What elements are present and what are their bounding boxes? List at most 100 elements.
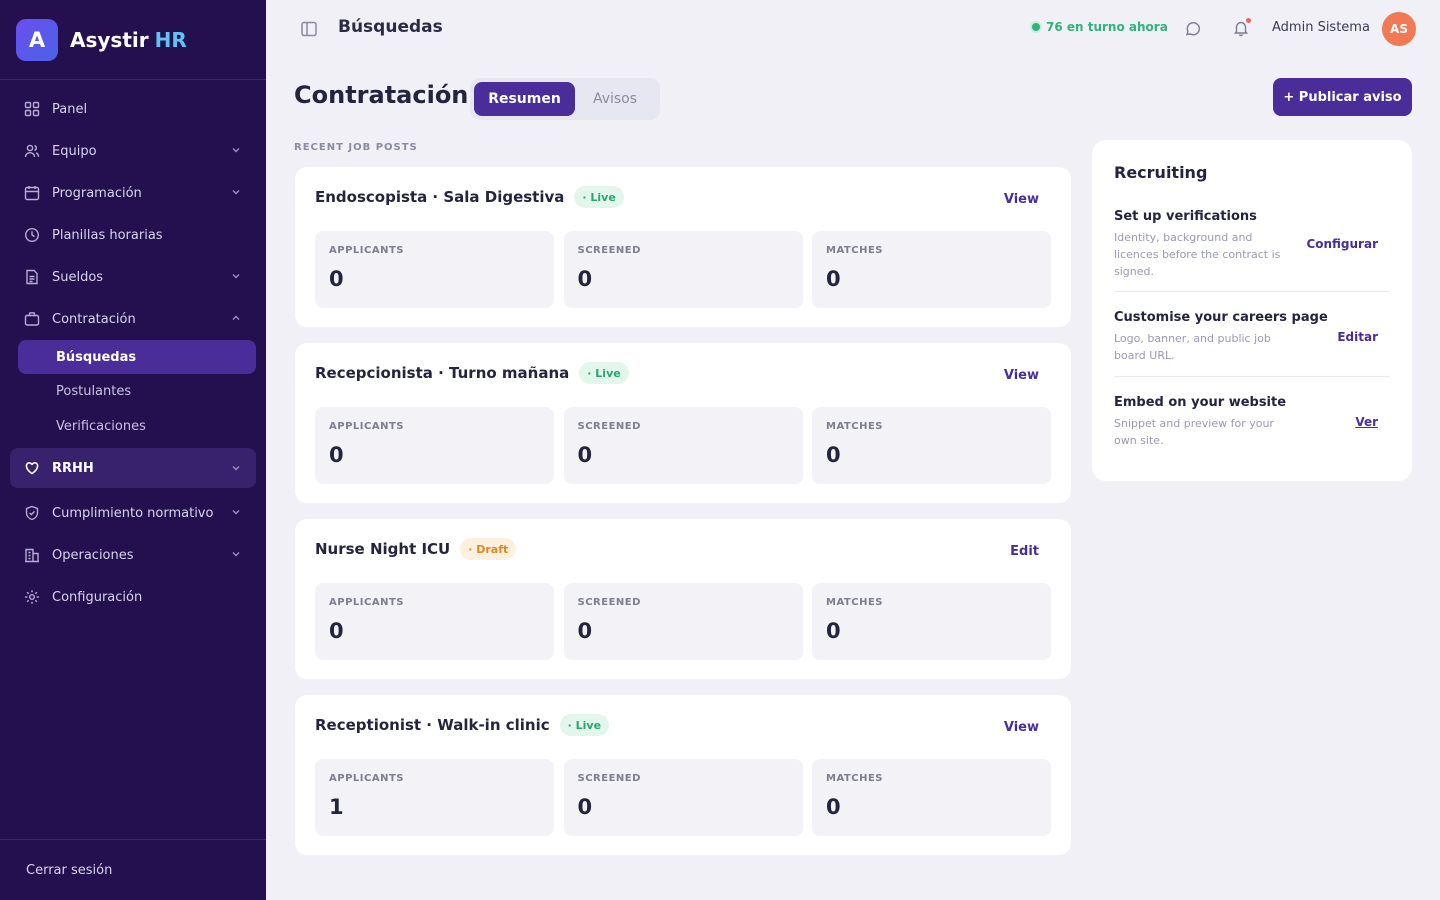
sidebar-item-sueldos[interactable]: Sueldos <box>0 256 266 298</box>
stat-label: MATCHES <box>826 245 883 256</box>
sidebar-item-equipo[interactable]: Equipo <box>0 130 266 172</box>
sidebar-toggle-icon[interactable] <box>300 20 318 38</box>
on-shift-status: 76 en turno ahora <box>1032 20 1168 34</box>
stat-value: 0 <box>826 619 841 643</box>
view-embed-link[interactable]: Ver <box>1355 415 1378 429</box>
matches-stat: MATCHES 0 <box>812 759 1051 836</box>
sidebar-item-cumplimiento[interactable]: Cumplimiento normativo <box>0 492 266 534</box>
sidebar-item-contratacion[interactable]: Contratación <box>0 298 266 340</box>
divider <box>1114 376 1390 377</box>
configure-link[interactable]: Configurar <box>1306 237 1378 251</box>
sidebar-item-label: Sueldos <box>52 269 104 285</box>
matches-stat: MATCHES 0 <box>812 407 1051 484</box>
stat-label: APPLICANTS <box>329 245 404 256</box>
status-badge: · Live <box>574 186 624 208</box>
view-job-link[interactable]: View <box>1004 368 1039 383</box>
job-title[interactable]: Receptionist · Walk-in clinic <box>315 716 550 734</box>
sidebar-item-panel[interactable]: Panel <box>0 88 266 130</box>
user-name[interactable]: Admin Sistema <box>1272 20 1370 35</box>
brand-logo[interactable]: A <box>16 18 58 61</box>
recruiting-item-embed: Embed on your website Snippet and previe… <box>1114 395 1390 449</box>
view-job-link[interactable]: View <box>1004 720 1039 735</box>
job-title[interactable]: Nurse Night ICU <box>315 540 450 558</box>
stat-label: MATCHES <box>826 773 883 784</box>
logout-button[interactable]: Cerrar sesión <box>0 839 266 900</box>
chevron-down-icon <box>230 270 242 282</box>
calendar-icon <box>24 185 40 201</box>
stat-label: SCREENED <box>577 421 641 432</box>
job-card: Nurse Night ICU · Draft Edit APPLICANTS … <box>295 519 1071 679</box>
stat-value: 0 <box>826 443 841 467</box>
applicants-stat: APPLICANTS 0 <box>315 407 554 484</box>
document-icon <box>24 269 40 285</box>
sidebar-item-label: Contratación <box>52 311 136 327</box>
recruiting-item-title: Customise your careers page <box>1114 310 1328 325</box>
stat-value: 0 <box>826 795 841 819</box>
stat-value: 0 <box>329 267 344 291</box>
page-title: Contratación <box>294 81 469 109</box>
tab-avisos[interactable]: Avisos <box>575 82 655 116</box>
sidebar-subitem-verificaciones[interactable]: Verificaciones <box>0 409 266 444</box>
recruiting-item-careers-page: Customise your careers page Logo, banner… <box>1114 310 1390 364</box>
job-stats: APPLICANTS 0 SCREENED 0 MATCHES 0 <box>315 407 1051 484</box>
applicants-stat: APPLICANTS 0 <box>315 231 554 308</box>
sidebar-subitem-busquedas[interactable]: Búsquedas <box>18 340 256 374</box>
recruiting-item-desc: Identity, background and licences before… <box>1114 231 1281 278</box>
briefcase-icon <box>24 311 40 327</box>
job-title[interactable]: Recepcionista · Turno mañana <box>315 364 569 382</box>
stat-label: SCREENED <box>577 245 641 256</box>
users-icon <box>24 143 40 159</box>
edit-job-link[interactable]: Edit <box>1010 544 1039 559</box>
status-badge: · Draft <box>460 538 517 560</box>
sidebar-item-rrhh[interactable]: RRHH <box>10 448 256 488</box>
sidebar-item-label: Planillas horarias <box>52 227 163 243</box>
recruiting-panel: Recruiting Set up verifications Identity… <box>1092 140 1412 481</box>
avatar[interactable]: AS <box>1382 12 1416 46</box>
building-icon <box>24 547 40 563</box>
screened-stat: SCREENED 0 <box>563 231 803 308</box>
brand-name: Asystir HR <box>70 28 187 52</box>
divider <box>1114 291 1390 292</box>
sidebar-item-operaciones[interactable]: Operaciones <box>0 534 266 576</box>
stat-value: 0 <box>577 267 593 291</box>
screened-stat: SCREENED 0 <box>563 407 803 484</box>
clock-icon <box>24 227 40 243</box>
panel-title: Recruiting <box>1114 163 1208 182</box>
matches-stat: MATCHES 0 <box>812 231 1051 308</box>
on-shift-text: 76 en turno ahora <box>1046 20 1168 34</box>
sidebar-item-label: Operaciones <box>52 547 134 563</box>
sidebar: A Asystir HR Panel Equipo Programación Pl… <box>0 0 266 900</box>
sidebar-item-configuracion[interactable]: Configuración <box>0 576 266 618</box>
chevron-down-icon <box>230 548 242 560</box>
stat-value: 0 <box>329 443 344 467</box>
sidebar-item-planillas[interactable]: Planillas horarias <box>0 214 266 256</box>
job-title[interactable]: Endoscopista · Sala Digestiva <box>315 188 564 206</box>
applicants-stat: APPLICANTS 1 <box>315 759 554 836</box>
stat-label: MATCHES <box>826 421 883 432</box>
sidebar-item-programacion[interactable]: Programación <box>0 172 266 214</box>
status-badge: · Live <box>579 362 629 384</box>
recruiting-item-desc: Snippet and preview for your own site. <box>1114 417 1274 447</box>
edit-link[interactable]: Editar <box>1337 330 1378 344</box>
chat-icon[interactable] <box>1184 20 1202 38</box>
page-header-title: Búsquedas <box>338 17 443 37</box>
view-tabs: Resumen Avisos <box>470 78 660 120</box>
stat-label: MATCHES <box>826 597 883 608</box>
brand: A Asystir HR <box>0 0 266 80</box>
shield-icon <box>24 505 40 521</box>
view-job-link[interactable]: View <box>1004 192 1039 207</box>
notification-dot <box>1246 18 1251 23</box>
stat-value: 0 <box>329 619 344 643</box>
job-stats: APPLICANTS 1 SCREENED 0 MATCHES 0 <box>315 759 1051 836</box>
sidebar-subitem-postulantes[interactable]: Postulantes <box>0 374 266 409</box>
brand-name-accent: HR <box>154 27 187 52</box>
matches-stat: MATCHES 0 <box>812 583 1051 660</box>
stat-value: 0 <box>577 795 593 819</box>
tab-resumen[interactable]: Resumen <box>474 82 575 116</box>
status-badge: · Live <box>559 714 610 736</box>
publish-job-button[interactable]: + Publicar aviso <box>1273 78 1412 116</box>
sidebar-item-label: Cumplimiento normativo <box>52 505 214 521</box>
job-header: Receptionist · Walk-in clinic · Live <box>315 714 610 736</box>
job-stats: APPLICANTS 0 SCREENED 0 MATCHES 0 <box>315 231 1051 308</box>
screened-stat: SCREENED 0 <box>563 759 803 836</box>
